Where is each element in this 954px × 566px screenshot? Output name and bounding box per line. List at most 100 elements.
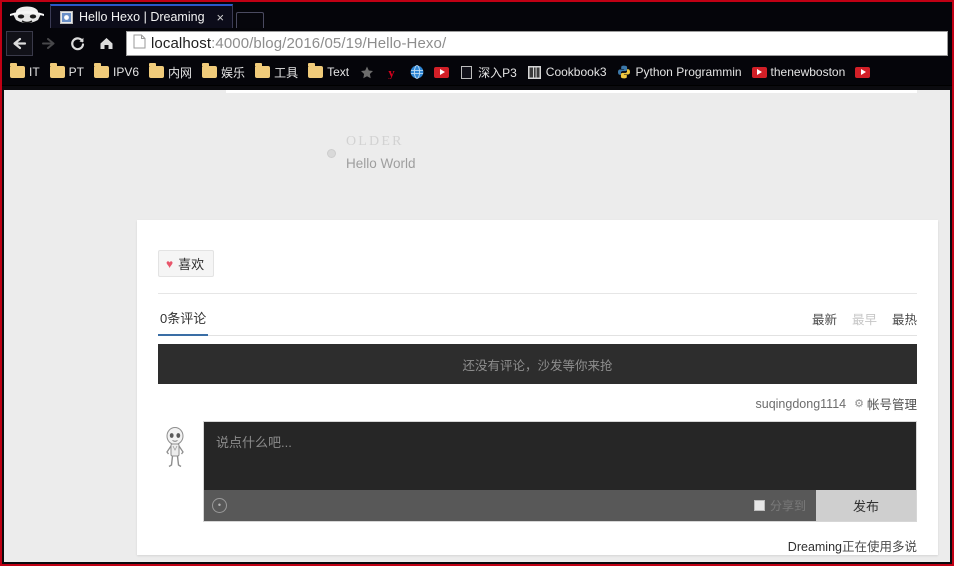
share-label: 分享到 <box>769 499 806 513</box>
username-label: suqingdong1114 <box>755 396 847 411</box>
star-icon <box>359 66 374 79</box>
account-row: suqingdong1114 ⚙ 帐号管理 <box>158 384 918 421</box>
older-post-kicker: OLDER <box>346 134 404 149</box>
bookmark-item[interactable] <box>430 64 455 81</box>
gear-icon: ⚙ <box>854 398 864 410</box>
like-button[interactable]: ♥ 喜欢 <box>158 250 215 277</box>
empty-comments-text: 还没有评论，沙发等你来抢 <box>462 358 613 373</box>
anonymous-mask-icon <box>4 4 50 28</box>
bookmark-item[interactable]: IPV6 <box>90 63 145 81</box>
bookmark-label: thenewboston <box>770 65 846 79</box>
bookmark-item[interactable]: 娱乐 <box>198 62 251 83</box>
account-settings-label: 帐号管理 <box>866 398 917 412</box>
page-favicon <box>60 10 73 24</box>
folder-icon <box>10 63 25 79</box>
folder-icon <box>308 63 324 79</box>
url-text: localhost:4000/blog/2016/05/19/Hello-Hex… <box>151 35 446 52</box>
tab-close-icon[interactable]: × <box>217 11 225 24</box>
reload-button[interactable] <box>64 31 91 56</box>
sort-earliest[interactable]: 最早 <box>852 309 877 328</box>
editor-toolbar: • 分享到 发布 <box>204 490 916 521</box>
bookmark-label: 内网 <box>168 65 193 80</box>
bookmark-label: Text <box>327 65 350 79</box>
browser-tab-active[interactable]: Hello Hexo | Dreaming × <box>50 4 234 28</box>
bookmark-item[interactable]: 内网 <box>145 62 198 83</box>
bookmark-label: 工具 <box>274 65 299 80</box>
post-navigation: OLDER Hello World <box>4 118 950 171</box>
bookmark-item[interactable]: y <box>380 64 405 81</box>
bookmark-label: 娱乐 <box>221 65 246 80</box>
older-post-link[interactable]: Hello World <box>346 156 416 171</box>
folder-icon <box>149 63 165 79</box>
home-button[interactable] <box>93 31 120 56</box>
comment-editor: 说点什么吧... • 分享到 发布 <box>203 421 917 522</box>
bookmark-label: Python Programmin <box>635 65 742 79</box>
bookmark-label: IT <box>29 65 40 79</box>
folder-icon <box>255 63 271 79</box>
bookmark-item[interactable]: 深入P3 <box>455 62 523 83</box>
powered-by-row: Dreaming正在使用多说 <box>158 522 917 555</box>
comments-card: ♥ 喜欢 0条评论 最新 最早 最热 还没有评论，沙发等你来抢 suqingdo… <box>137 220 938 555</box>
comments-tabs-row: 0条评论 最新 最早 最热 <box>158 294 917 336</box>
browser-chrome: Hello Hexo | Dreaming × localhost:4000/b… <box>2 2 952 86</box>
svg-text:y: y <box>388 65 395 79</box>
bookmark-item[interactable] <box>355 64 380 81</box>
tab-title: Hello Hexo | Dreaming <box>79 10 205 24</box>
comment-input[interactable]: 说点什么吧... <box>204 422 916 490</box>
page-top-strip <box>226 90 917 93</box>
share-checkbox[interactable] <box>753 500 765 511</box>
forward-button[interactable] <box>35 31 62 56</box>
folder-icon <box>202 63 218 79</box>
sort-options: 最新 最早 最热 <box>812 309 917 335</box>
share-to-option[interactable]: 分享到 <box>753 497 816 514</box>
new-tab-button[interactable] <box>236 12 265 28</box>
youtube-icon <box>434 66 450 79</box>
bookmark-item[interactable]: PT <box>46 63 90 81</box>
heart-icon: ♥ <box>166 256 174 271</box>
site-brand-label: Dreaming <box>787 540 842 554</box>
book-icon <box>527 65 542 79</box>
comment-placeholder: 说点什么吧... <box>216 435 292 450</box>
user-avatar-icon <box>158 427 192 469</box>
document-icon <box>133 34 146 54</box>
bookmark-item[interactable]: Python Programmin <box>613 63 748 81</box>
address-bar[interactable]: localhost:4000/blog/2016/05/19/Hello-Hex… <box>126 31 948 56</box>
bookmark-item[interactable]: IT <box>6 63 46 81</box>
sort-newest[interactable]: 最新 <box>812 309 837 328</box>
youtube-icon <box>751 66 767 79</box>
youtube-icon <box>855 66 871 79</box>
like-button-label: 喜欢 <box>178 257 205 272</box>
like-row: ♥ 喜欢 <box>158 238 917 287</box>
bookmark-label: IPV6 <box>113 65 140 79</box>
python-icon <box>617 65 632 79</box>
url-host: localhost <box>151 35 212 52</box>
powered-by-text: 正在使用多说 <box>841 540 917 554</box>
y-letter-icon: y <box>384 65 399 79</box>
empty-comments-banner: 还没有评论，沙发等你来抢 <box>158 344 917 384</box>
url-path: :4000/blog/2016/05/19/Hello-Hexo/ <box>211 35 447 52</box>
back-button[interactable] <box>6 31 33 56</box>
folder-icon <box>94 63 110 79</box>
timeline-dot-icon <box>327 149 336 158</box>
globe-icon <box>409 65 424 79</box>
page-viewport: OLDER Hello World ♥ 喜欢 0条评论 最新 最早 最热 还没有… <box>4 90 950 562</box>
bookmark-item[interactable] <box>405 64 430 81</box>
bookmark-item[interactable]: thenewboston <box>748 63 852 81</box>
tab-strip: Hello Hexo | Dreaming × <box>2 2 952 28</box>
emoji-icon[interactable]: • <box>212 498 227 513</box>
document-icon <box>459 65 474 79</box>
sort-hottest[interactable]: 最热 <box>892 309 917 328</box>
bookmark-label: 深入P3 <box>478 65 517 80</box>
account-settings-link[interactable]: ⚙ 帐号管理 <box>854 394 917 413</box>
bookmark-item[interactable]: 工具 <box>251 62 304 83</box>
bookmark-label: Cookbook3 <box>545 65 607 79</box>
navigation-bar: localhost:4000/blog/2016/05/19/Hello-Hex… <box>2 28 952 59</box>
bookmark-label: PT <box>68 65 85 79</box>
tab-comments[interactable]: 0条评论 <box>158 308 209 336</box>
comment-editor-row: 说点什么吧... • 分享到 发布 <box>158 421 917 522</box>
bookmark-item[interactable]: Text <box>304 63 355 81</box>
bookmark-item[interactable]: Cookbook3 <box>523 63 613 81</box>
folder-icon <box>49 63 65 79</box>
publish-button[interactable]: 发布 <box>816 490 916 521</box>
bookmark-item[interactable] <box>851 64 876 81</box>
